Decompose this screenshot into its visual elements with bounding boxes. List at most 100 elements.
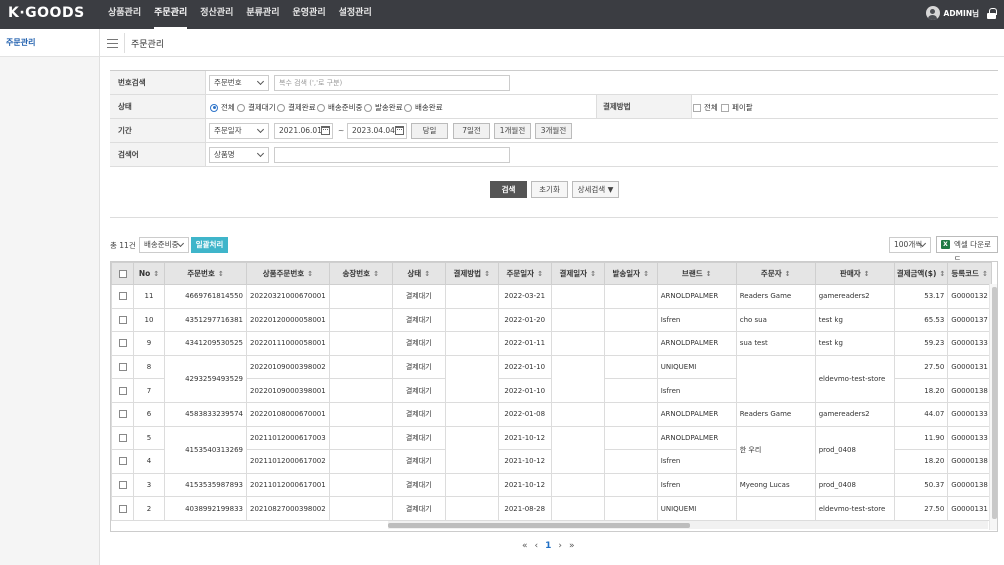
row-checkbox[interactable]: [111, 425, 134, 451]
user-avatar-icon[interactable]: [925, 6, 940, 20]
cell-item-no[interactable]: 20220111000058001: [246, 331, 330, 356]
bulk-status-select[interactable]: 배송준비중: [139, 237, 189, 253]
table-row[interactable]: 9 4341209530525 20220111000058001 결제대기 2…: [111, 331, 992, 356]
search-button[interactable]: 검색: [490, 181, 527, 198]
menu-toggle-icon[interactable]: [107, 39, 118, 48]
cell-item-no[interactable]: 20211012000617001: [246, 472, 330, 498]
payment-check-all[interactable]: 전체: [693, 102, 718, 113]
cell-order-no[interactable]: 4153540313269: [164, 425, 247, 474]
calendar-icon[interactable]: [321, 126, 330, 135]
cell-item-no[interactable]: 20210827000398002: [246, 496, 330, 521]
nav-order[interactable]: 주문관리: [154, 0, 188, 29]
logout-lock-icon[interactable]: [987, 7, 997, 19]
bulk-process-button[interactable]: 일괄처리: [191, 237, 228, 253]
last-page-button[interactable]: »: [569, 541, 575, 551]
advanced-search-button[interactable]: 상세검색 ▼: [572, 181, 619, 198]
current-page[interactable]: 1: [545, 541, 551, 551]
col-ship-date[interactable]: 발송일자 ↕: [603, 262, 658, 285]
table-row[interactable]: 11 4669761814550 20220321000670001 결제대기 …: [111, 284, 992, 309]
order-number-input[interactable]: 복수 검색 (','로 구분): [274, 75, 510, 91]
calendar-icon[interactable]: [395, 126, 404, 135]
cell-item-no[interactable]: 20211012000617002: [246, 449, 330, 474]
status-radio-delivered[interactable]: 배송완료: [404, 102, 443, 113]
excel-download-button[interactable]: X 엑셀 다운로드: [936, 236, 998, 264]
select-all-checkbox[interactable]: [111, 262, 134, 285]
cell-order-no[interactable]: 4038992199833: [164, 496, 247, 521]
logo[interactable]: K·GOODS: [8, 5, 85, 21]
quick-today-button[interactable]: 당일: [411, 123, 448, 139]
col-invoice[interactable]: 송장번호 ↕: [328, 262, 393, 285]
table-row[interactable]: 6 4583833239574 20220108000670001 결제대기 2…: [111, 401, 992, 427]
cell-order-no[interactable]: 4293259493529: [164, 354, 247, 403]
user-name[interactable]: ADMIN님: [944, 8, 979, 19]
col-pay-date[interactable]: 결제일자 ↕: [550, 262, 605, 285]
cell-order-no[interactable]: 4669761814550: [164, 284, 247, 309]
cell-order-no[interactable]: 4153535987893: [164, 472, 247, 498]
status-radio-paid[interactable]: 결제완료: [277, 102, 316, 113]
row-checkbox[interactable]: [111, 378, 134, 403]
col-no[interactable]: No ↕: [133, 262, 165, 285]
table-row[interactable]: 5 4153540313269 20211012000617003 결제대기 2…: [111, 425, 992, 474]
reset-button[interactable]: 초기화: [531, 181, 568, 198]
status-radio-pending[interactable]: 결제대기: [237, 102, 276, 113]
page-size-select[interactable]: 100개씩: [889, 237, 931, 253]
row-checkbox[interactable]: [111, 401, 134, 427]
number-type-select[interactable]: 주문번호: [209, 75, 269, 91]
nav-operation[interactable]: 운영관리: [293, 0, 326, 29]
cell-item-no[interactable]: 20220109000398001: [246, 378, 330, 403]
next-page-button[interactable]: ›: [558, 541, 562, 551]
date-to-input[interactable]: 2023.04.04: [347, 123, 407, 139]
cell-order-no[interactable]: 4351297716381: [164, 307, 247, 333]
keyword-type-select[interactable]: 상품명: [209, 147, 269, 163]
row-checkbox[interactable]: [111, 354, 134, 380]
col-amount[interactable]: 결제금액($) ↕: [893, 262, 949, 285]
date-from-input[interactable]: 2021.06.01: [274, 123, 333, 139]
cell-item-no[interactable]: 20220321000670001: [246, 284, 330, 309]
nav-product[interactable]: 상품관리: [108, 0, 141, 29]
cell-order-no[interactable]: 4341209530525: [164, 331, 247, 356]
payment-check-paypal[interactable]: 페이팔: [721, 102, 753, 113]
col-item-no[interactable]: 상품주문번호 ↕: [246, 262, 330, 285]
nav-settings[interactable]: 설정관리: [339, 0, 372, 29]
quick-3month-button[interactable]: 3개월전: [535, 123, 572, 139]
cell-item-no[interactable]: 20220109000398002: [246, 354, 330, 380]
horizontal-scrollbar[interactable]: [388, 521, 988, 529]
vertical-scroll-thumb[interactable]: [992, 287, 997, 519]
nav-category[interactable]: 분류관리: [246, 0, 279, 29]
cell-item-no[interactable]: 20211012000617003: [246, 425, 330, 451]
keyword-input[interactable]: [274, 147, 510, 163]
sidebar-item-order[interactable]: 주문관리: [0, 29, 99, 57]
col-status[interactable]: 상태 ↕: [391, 262, 446, 285]
status-radio-all[interactable]: 전체: [210, 102, 235, 113]
nav-settlement[interactable]: 정산관리: [200, 0, 233, 29]
cell-item-no[interactable]: 20220108000670001: [246, 401, 330, 427]
col-code[interactable]: 등록코드 ↕: [947, 262, 992, 285]
row-checkbox[interactable]: [111, 449, 134, 474]
col-pay-method[interactable]: 결제방법 ↕: [444, 262, 499, 285]
col-seller[interactable]: 판매자 ↕: [814, 262, 895, 285]
col-brand[interactable]: 브랜드 ↕: [656, 262, 737, 285]
table-row[interactable]: 3 4153535987893 20211012000617001 결제대기 2…: [111, 472, 992, 498]
date-type-select[interactable]: 주문일자: [209, 123, 269, 139]
first-page-button[interactable]: «: [522, 541, 528, 551]
status-radio-preparing[interactable]: 배송준비중: [317, 102, 363, 113]
horizontal-scroll-thumb[interactable]: [388, 522, 690, 528]
table-row[interactable]: 2 4038992199833 20210827000398002 결제대기 2…: [111, 496, 992, 521]
table-row[interactable]: 8 4293259493529 20220109000398002 결제대기 2…: [111, 354, 992, 403]
cell-order-no[interactable]: 4583833239574: [164, 401, 247, 427]
status-radio-shipped[interactable]: 발송완료: [364, 102, 403, 113]
col-buyer[interactable]: 주문자 ↕: [735, 262, 816, 285]
quick-7days-button[interactable]: 7일전: [453, 123, 490, 139]
row-checkbox[interactable]: [111, 284, 134, 309]
row-checkbox[interactable]: [111, 496, 134, 521]
cell-item-no[interactable]: 20220120000058001: [246, 307, 330, 333]
row-checkbox[interactable]: [111, 331, 134, 356]
row-checkbox[interactable]: [111, 307, 134, 333]
prev-page-button[interactable]: ‹: [535, 541, 539, 551]
col-order-date[interactable]: 주문일자 ↕: [497, 262, 552, 285]
quick-1month-button[interactable]: 1개월전: [494, 123, 531, 139]
row-checkbox[interactable]: [111, 472, 134, 498]
col-order-no[interactable]: 주문번호 ↕: [164, 262, 247, 285]
vertical-scrollbar[interactable]: [989, 284, 997, 530]
table-row[interactable]: 10 4351297716381 20220120000058001 결제대기 …: [111, 307, 992, 333]
